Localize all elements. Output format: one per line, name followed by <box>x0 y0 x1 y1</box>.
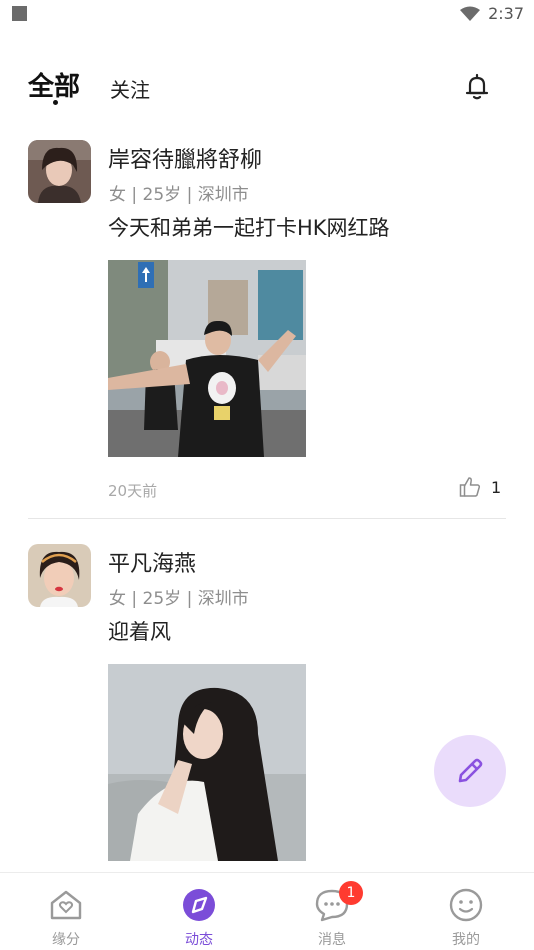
clock: 2:37 <box>488 4 524 23</box>
bottom-nav: 缘分 动态 1 消息 我的 <box>0 872 534 950</box>
wifi-icon <box>460 6 481 21</box>
nav-item-mine[interactable]: 我的 <box>416 887 516 949</box>
status-bar: 2:37 <box>0 0 534 30</box>
nav-item-messages[interactable]: 1 消息 <box>282 881 382 949</box>
nav-item-yuanfen[interactable]: 缘分 <box>16 887 116 949</box>
nav-label: 我的 <box>452 932 480 948</box>
thumbs-up-icon[interactable] <box>459 476 481 498</box>
post-card[interactable]: 平凡海燕 女 | 25岁 | 深圳市 迎着风 <box>0 544 534 874</box>
feed-tabs: 全部 关注 <box>0 62 534 112</box>
post-author-meta: 女 | 25岁 | 深圳市 <box>109 589 249 609</box>
active-tab-indicator <box>53 100 58 105</box>
nav-label: 动态 <box>185 932 213 948</box>
unread-badge: 1 <box>339 881 363 905</box>
nav-label: 缘分 <box>52 932 80 948</box>
nav-label: 消息 <box>318 932 346 948</box>
post-author-name[interactable]: 岸容待臘將舒柳 <box>108 142 262 174</box>
post-text: 迎着风 <box>108 620 171 644</box>
bell-icon[interactable] <box>462 72 492 102</box>
post-divider <box>28 518 506 519</box>
post-photo[interactable] <box>108 664 306 861</box>
smiley-icon <box>449 888 483 922</box>
tab-all[interactable]: 全部 <box>28 66 80 103</box>
avatar[interactable] <box>28 544 91 607</box>
like-button[interactable]: 1 <box>459 476 501 498</box>
post-card[interactable]: 岸容待臘將舒柳 女 | 25岁 | 深圳市 今天和弟弟一起打卡HK网红路 20天… <box>0 140 534 518</box>
post-time: 20天前 <box>108 482 158 500</box>
like-count: 1 <box>491 477 502 497</box>
avatar[interactable] <box>28 140 91 203</box>
compass-icon <box>183 889 215 921</box>
notification-icon <box>12 6 27 21</box>
status-right: 2:37 <box>460 4 524 23</box>
home-heart-icon <box>50 890 82 920</box>
nav-item-dongtai[interactable]: 动态 <box>149 887 249 949</box>
post-author-name[interactable]: 平凡海燕 <box>108 546 196 578</box>
pencil-icon <box>458 758 483 783</box>
post-text: 今天和弟弟一起打卡HK网红路 <box>108 216 390 240</box>
post-photo[interactable] <box>108 260 306 457</box>
post-author-meta: 女 | 25岁 | 深圳市 <box>109 185 249 205</box>
tab-follow[interactable]: 关注 <box>110 74 150 103</box>
compose-button[interactable] <box>434 735 506 807</box>
